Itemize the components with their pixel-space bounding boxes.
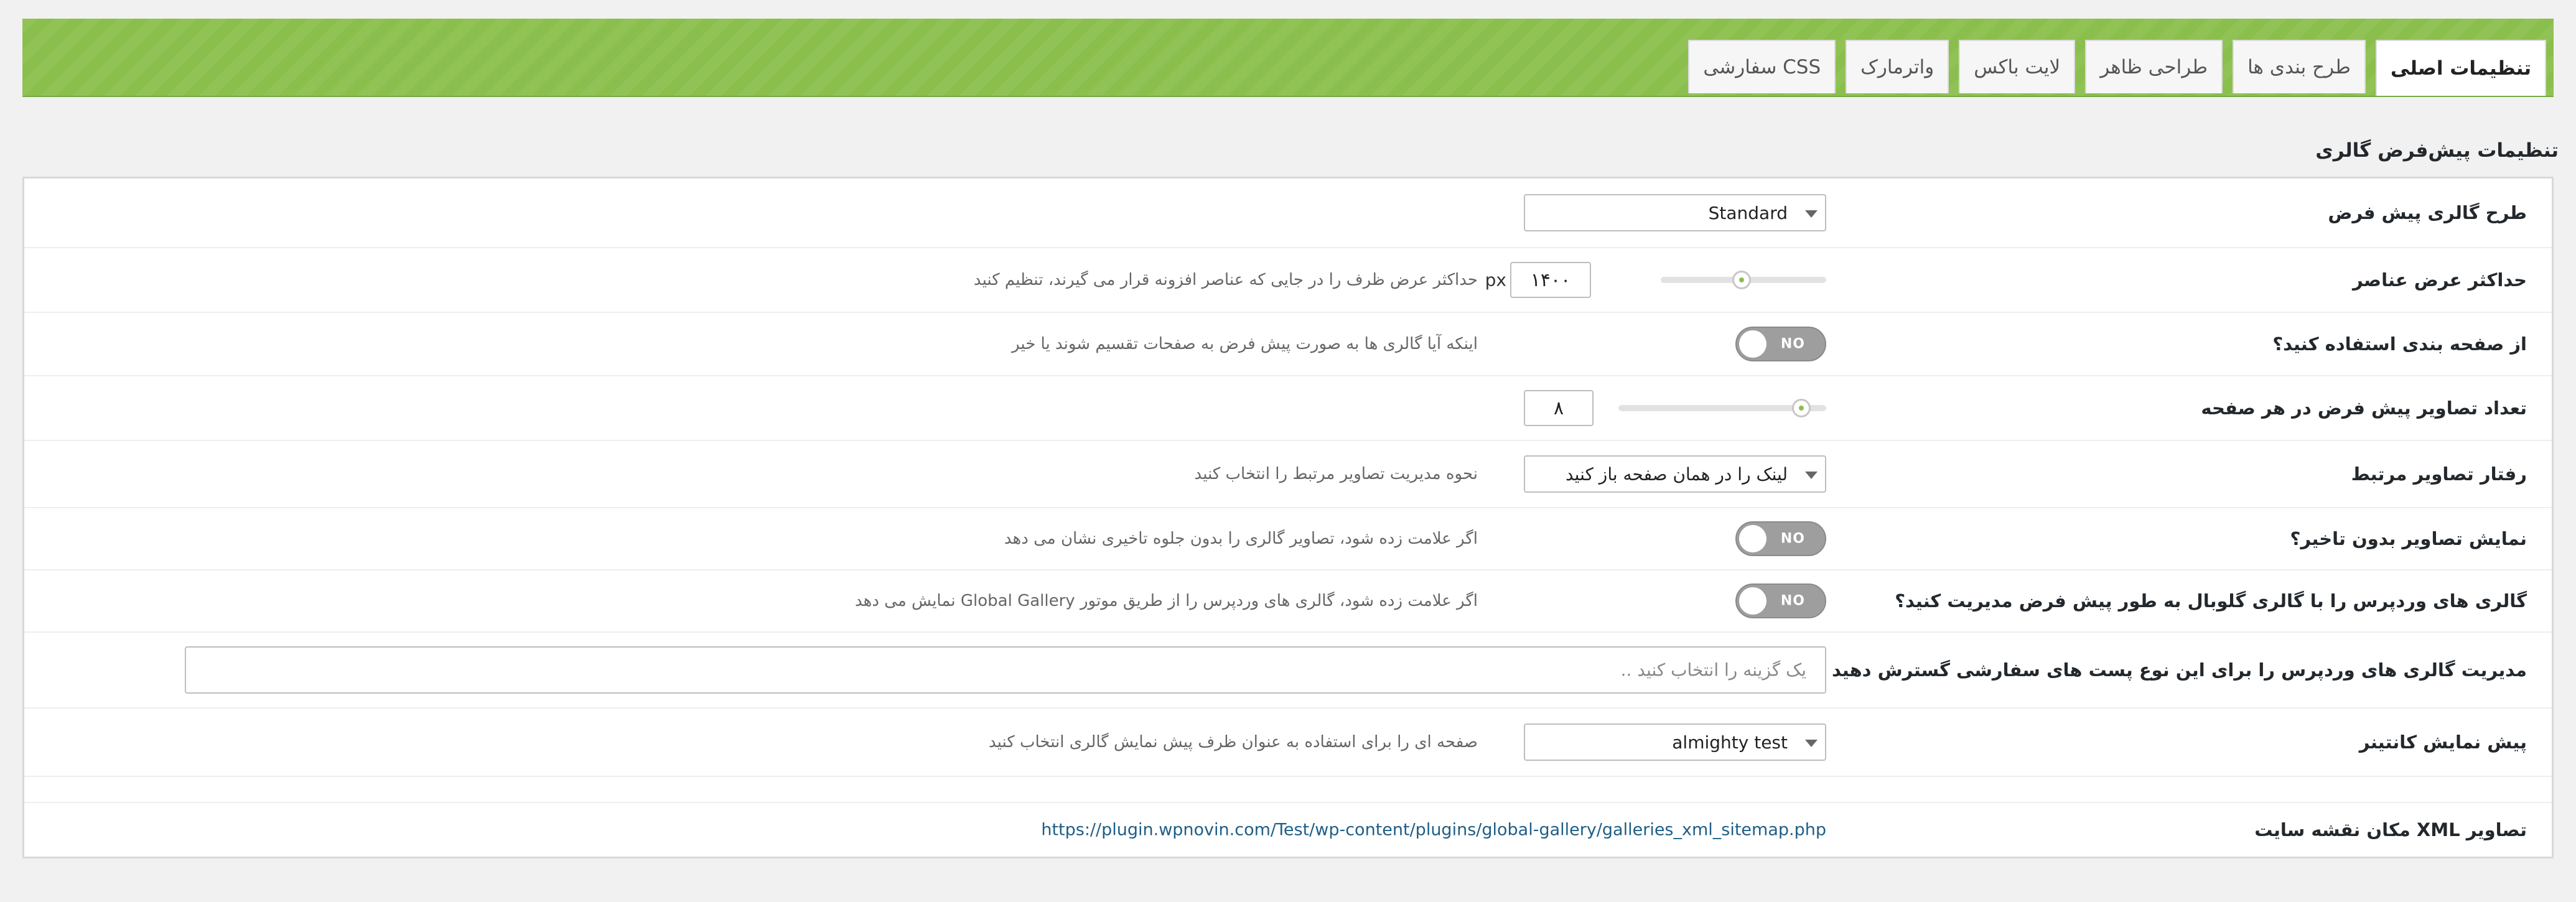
row-label: پیش نمایش کانتینر (2359, 732, 2527, 753)
per-page-slider-handle[interactable] (1792, 399, 1811, 417)
unit-label: px (1485, 269, 1506, 291)
select-value: almighty test (1672, 732, 1788, 753)
row-description: حداکثر عرض ظرف را در جایی که عناصر افزون… (973, 271, 1478, 289)
row-label: از صفحه بندی استفاده کنید؟ (2272, 333, 2527, 355)
row-preview-container: پیش نمایش کانتینر almighty test صفحه ای … (24, 709, 2552, 777)
row-sitemap: تصاویر XML مکان نقشه سایت https://plugin… (24, 803, 2552, 857)
chevron-down-icon (1798, 195, 1825, 230)
tab-custom-css[interactable]: CSS سفارشی (1688, 40, 1836, 93)
post-types-multiselect[interactable]: یک گزینه را انتخاب کنید .. (185, 646, 1826, 694)
row-description: اگر علامت زده شود، تصاویر گالری را بدون … (1004, 529, 1478, 548)
toggle-knob (1739, 525, 1766, 552)
row-max-width: حداکثر عرض عناصر ۱۴۰۰ px حداکثر عرض ظرف … (24, 248, 2552, 313)
toggle-state: NO (1780, 336, 1805, 352)
tab-layouts[interactable]: طرح بندی ها (2233, 40, 2366, 93)
section-title: تنظیمات پیش‌فرض گالری (2315, 139, 2559, 162)
wp-galleries-toggle[interactable]: NO (1735, 584, 1826, 618)
row-label: تعداد تصاویر پیش فرض در هر صفحه (2201, 398, 2527, 419)
row-default-layout: طرح گالری پیش فرض Standard (24, 179, 2552, 248)
row-label: گالری های وردپرس را با گالری گلوبال به ط… (1895, 590, 2527, 611)
row-label: طرح گالری پیش فرض (2328, 202, 2527, 223)
layout-select[interactable]: Standard (1524, 194, 1826, 231)
row-custom-post-types: مدیریت گالری های وردپرس را برای این نوع … (24, 633, 2552, 709)
toggle-state: NO (1780, 593, 1805, 609)
select-value: Standard (1708, 202, 1788, 223)
row-label: نمایش تصاویر بدون تاخیر؟ (2290, 528, 2527, 549)
row-linked-images: رفتار تصاویر مرتبط لینک را در همان صفحه … (24, 441, 2552, 508)
row-description: اینکه آیا گالری ها به صورت پیش فرض به صف… (1012, 335, 1478, 353)
row-description: صفحه ای را برای استفاده به عنوان ظرف پیش… (989, 733, 1478, 751)
settings-header: تنظیمات اصلی طرح بندی ها طراحی ظاهر لایت… (22, 19, 2554, 97)
tab-appearance[interactable]: طراحی ظاهر (2085, 40, 2223, 93)
tab-lightbox[interactable]: لایت باکس (1959, 40, 2076, 93)
per-page-input[interactable]: ۸ (1524, 390, 1594, 426)
row-label: تصاویر XML مکان نقشه سایت (2254, 819, 2527, 840)
row-description: نحوه مدیریت تصاویر مرتبط را انتخاب کنید (1194, 465, 1478, 483)
settings-tabs: تنظیمات اصلی طرح بندی ها طراحی ظاهر لایت… (1688, 40, 2546, 96)
toggle-state: NO (1780, 531, 1805, 547)
chevron-down-icon (1798, 725, 1825, 760)
row-pagination: از صفحه بندی استفاده کنید؟ NO اینکه آیا … (24, 313, 2552, 376)
linked-behavior-select[interactable]: لینک را در همان صفحه باز کنید (1524, 455, 1826, 493)
pagination-toggle[interactable]: NO (1735, 327, 1826, 361)
row-label: رفتار تصاویر مرتبط (2351, 463, 2527, 485)
row-wp-galleries: گالری های وردپرس را با گالری گلوبال به ط… (24, 570, 2552, 633)
toggle-knob (1739, 330, 1766, 358)
sitemap-url-link[interactable]: https://plugin.wpnovin.com/Test/wp-conte… (1041, 821, 1826, 840)
row-no-delay: نمایش تصاویر بدون تاخیر؟ NO اگر علامت زد… (24, 508, 2552, 570)
preview-container-select[interactable]: almighty test (1524, 723, 1826, 761)
row-label: مدیریت گالری های وردپرس را برای این نوع … (1831, 659, 2527, 681)
max-width-slider-handle[interactable] (1732, 271, 1751, 289)
row-label: حداکثر عرض عناصر (2353, 269, 2527, 291)
multiselect-placeholder: یک گزینه را انتخاب کنید .. (1620, 659, 1806, 681)
max-width-input[interactable]: ۱۴۰۰ (1510, 262, 1591, 298)
settings-panel: طرح گالری پیش فرض Standard حداکثر عرض عن… (22, 177, 2554, 858)
chevron-down-icon (1798, 457, 1825, 491)
toggle-knob (1739, 587, 1766, 615)
row-description: اگر علامت زده شود، گالری های وردپرس را ا… (854, 592, 1478, 610)
select-value: لینک را در همان صفحه باز کنید (1565, 463, 1788, 485)
tab-main-settings[interactable]: تنظیمات اصلی (2375, 40, 2546, 96)
no-delay-toggle[interactable]: NO (1735, 521, 1826, 556)
row-images-per-page: تعداد تصاویر پیش فرض در هر صفحه ۸ (24, 376, 2552, 441)
row-spacer (24, 777, 2552, 803)
tab-watermark[interactable]: واترمارک (1846, 40, 1949, 93)
